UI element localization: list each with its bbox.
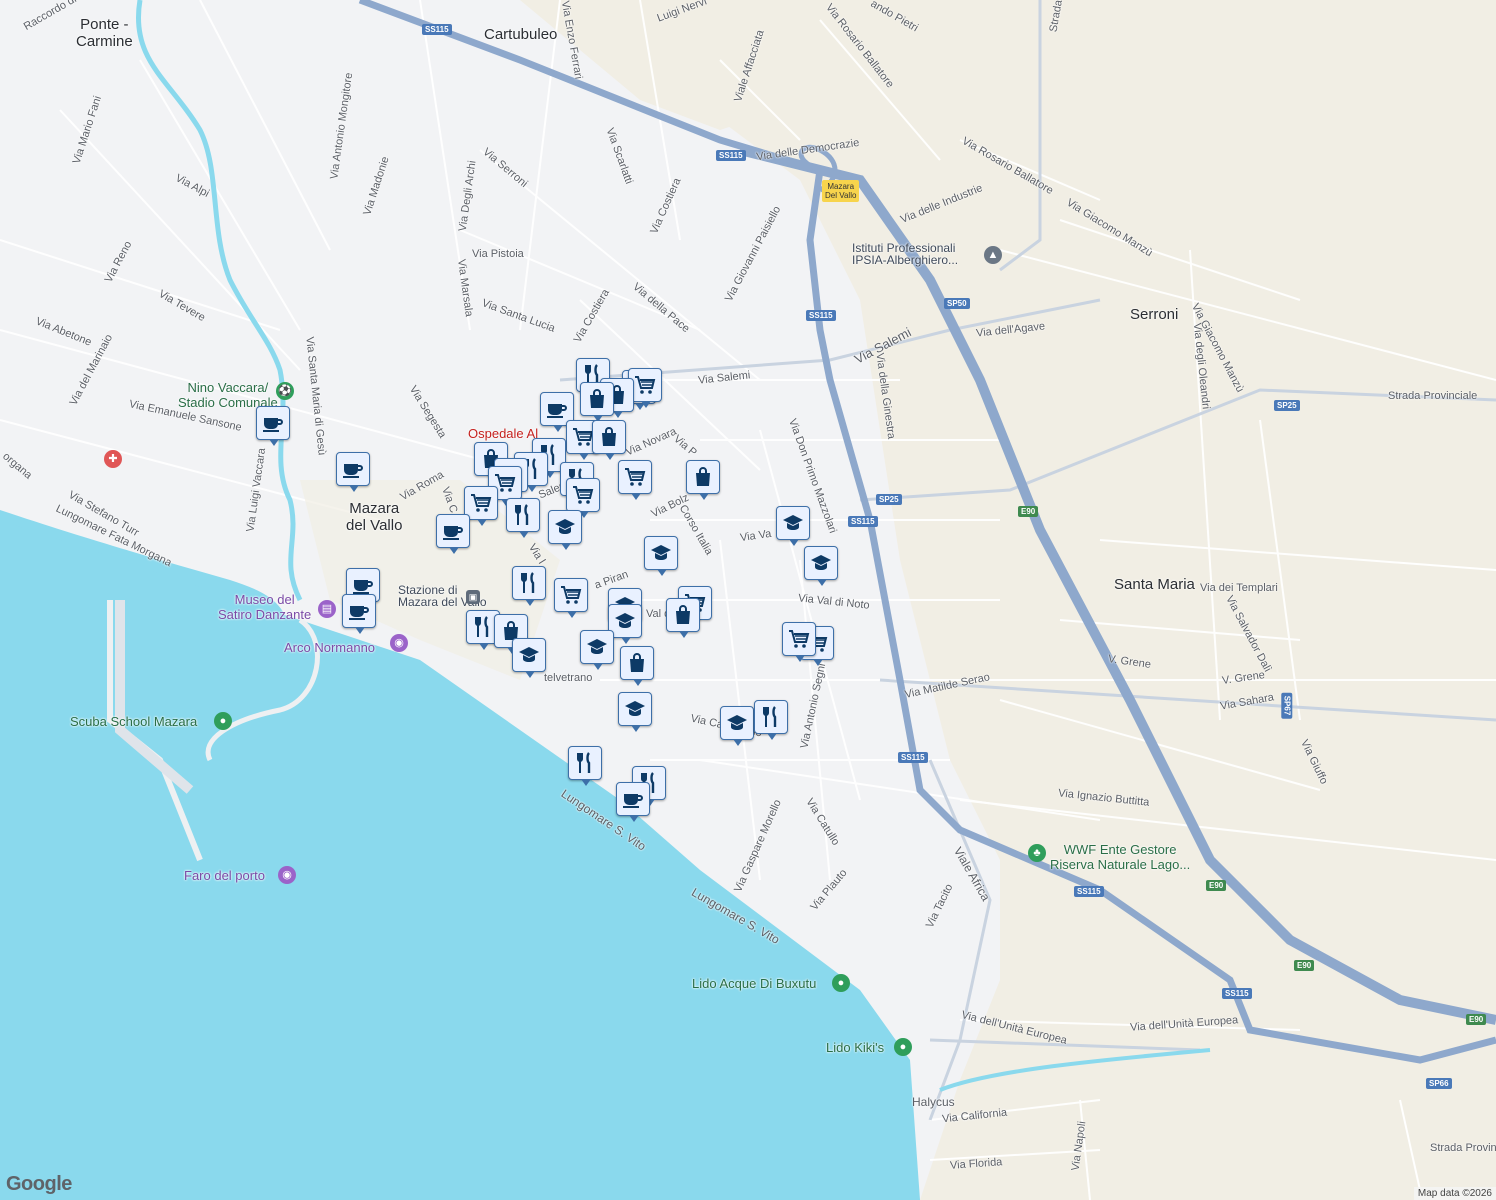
poi-ipsia-label: Istituti Professionali IPSIA-Alberghiero… (852, 241, 959, 267)
place-santa-maria: Santa Maria (1114, 576, 1195, 593)
poi-lido-kikis-label: Lido Kiki's (826, 1040, 885, 1055)
road-shield-e90: E90 (1206, 880, 1227, 891)
road-shield: SS115 (1222, 988, 1252, 999)
train-station-icon[interactable]: ▣ (466, 590, 480, 604)
road-shield: SS115 (806, 310, 836, 321)
poi-scuba-label: Scuba School Mazara (70, 714, 198, 729)
school-icon[interactable] (512, 638, 546, 678)
shopping-bag-icon[interactable] (666, 598, 700, 638)
road-shield: SS115 (716, 150, 746, 161)
beach-pin-icon-2[interactable]: ● (894, 1038, 912, 1056)
lighthouse-pin-icon[interactable]: ◉ (278, 866, 296, 884)
road-shield: SS115 (1074, 886, 1104, 897)
park-pin-icon[interactable]: ♣ (1028, 844, 1046, 862)
road-shield-e90: E90 (1466, 1014, 1487, 1025)
map-attribution[interactable]: Map data ©2026 (1413, 1187, 1496, 1200)
school-icon[interactable] (644, 536, 678, 576)
grocery-cart-icon[interactable] (782, 622, 816, 662)
hospital-pin-icon[interactable]: ✚ (104, 450, 122, 468)
restaurant-icon[interactable] (506, 498, 540, 538)
poi-wwf-label: WWF Ente Gestore Riserva Naturale Lago..… (1050, 842, 1191, 872)
school-pin-icon[interactable]: ▲ (984, 246, 1002, 264)
poi-faro-label: Faro del porto (184, 868, 265, 883)
road-shield: SP25 (1274, 400, 1300, 411)
road-shield: SP67 (1281, 692, 1293, 719)
street-label: Via dei Templari (1200, 582, 1278, 594)
place-cartubuleo: Cartubuleo (484, 26, 558, 43)
road-shield: SS115 (898, 752, 928, 763)
restaurant-icon[interactable] (512, 566, 546, 606)
shopping-bag-icon[interactable] (580, 382, 614, 422)
cafe-icon[interactable] (336, 452, 370, 492)
map-viewport[interactable]: Ponte - Carmine Cartubuleo Mazara del Va… (0, 0, 1496, 1200)
poi-museo-label: Museo del Satiro Danzante (218, 592, 312, 622)
road-shield: SS115 (848, 516, 878, 527)
shopping-bag-icon[interactable] (592, 420, 626, 460)
stadium-pin-icon[interactable]: ⚽ (276, 382, 294, 400)
road-shield-e90: E90 (1018, 506, 1039, 517)
museum-pin-icon[interactable]: ▤ (318, 600, 336, 618)
place-ponte-carmine: Ponte - Carmine (76, 16, 133, 50)
google-logo: Google (6, 1173, 72, 1195)
grocery-cart-icon[interactable] (566, 478, 600, 518)
place-halycus: Halycus (912, 1095, 955, 1109)
cafe-icon[interactable] (616, 782, 650, 822)
cafe-icon[interactable] (342, 594, 376, 634)
school-icon[interactable] (776, 506, 810, 546)
school-icon[interactable] (720, 706, 754, 746)
school-icon[interactable] (548, 510, 582, 550)
place-mazara-del-vallo: Mazara del Vallo (346, 500, 403, 534)
road-shield: SP50 (944, 298, 970, 309)
road-shield: SP66 (1426, 1078, 1452, 1089)
road-shield: SS115 (422, 24, 452, 35)
grocery-cart-icon[interactable] (618, 460, 652, 500)
road-shield: SP25 (876, 494, 902, 505)
restaurant-icon[interactable] (754, 700, 788, 740)
exit-sign: Mazara Del Vallo (822, 180, 860, 202)
street-label: Via Pistoia (472, 248, 524, 260)
poi-ospedale-label: Ospedale Al (468, 426, 539, 441)
school-icon[interactable] (618, 692, 652, 732)
street-label: Strada Provinciale (1388, 390, 1478, 402)
scuba-pin-icon[interactable]: ● (214, 712, 232, 730)
shopping-bag-icon[interactable] (686, 460, 720, 500)
shopping-bag-icon[interactable] (620, 646, 654, 686)
school-icon[interactable] (804, 546, 838, 586)
street-label: telvetrano (544, 672, 593, 684)
poi-lido-buxutu-label: Lido Acque Di Buxutu (692, 976, 817, 991)
beach-pin-icon[interactable]: ● (832, 974, 850, 992)
camera-pin-icon[interactable]: ◉ (390, 634, 408, 652)
cafe-icon[interactable] (436, 514, 470, 554)
poi-arco-label: Arco Normanno (284, 640, 376, 655)
grocery-cart-icon[interactable] (554, 578, 588, 618)
road-shield-e90: E90 (1294, 960, 1315, 971)
place-serroni: Serroni (1130, 306, 1179, 323)
cafe-icon[interactable] (256, 406, 290, 446)
restaurant-icon[interactable] (568, 746, 602, 786)
school-icon[interactable] (580, 630, 614, 670)
street-label: Strada Provin (1430, 1142, 1496, 1154)
